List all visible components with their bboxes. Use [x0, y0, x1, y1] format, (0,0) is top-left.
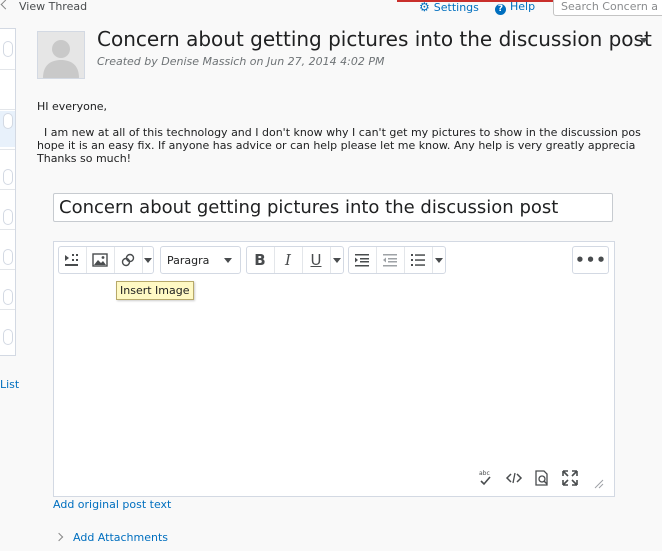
- code-icon: [505, 472, 523, 484]
- thread-row-indicator: [3, 209, 13, 225]
- insert-link-button[interactable]: [115, 247, 141, 273]
- add-attachments-link[interactable]: Add Attachments: [73, 531, 168, 544]
- text-style-more-dropdown[interactable]: [330, 247, 343, 273]
- html-editor[interactable]: Paragra B I U ••• abc: [53, 241, 615, 497]
- view-thread-label: View Thread: [19, 0, 88, 13]
- thread-row-indicator: [3, 329, 13, 345]
- insert-more-dropdown[interactable]: [142, 247, 154, 273]
- chevron-down-icon: [332, 257, 341, 263]
- post-byline: Created by Denise Massich on Jun 27, 201…: [97, 55, 385, 68]
- format-dropdown[interactable]: Paragra: [160, 246, 241, 274]
- indent-button[interactable]: [349, 247, 375, 273]
- thread-list-panel: [0, 28, 16, 356]
- text-style-toolbar-group: B I U: [246, 246, 344, 274]
- chevron-down-icon: [434, 257, 443, 263]
- subject-input[interactable]: Concern about getting pictures into the …: [53, 193, 613, 222]
- insert-image-tooltip: Insert Image: [116, 281, 194, 300]
- avatar: [37, 31, 85, 79]
- resize-handle[interactable]: [592, 474, 604, 489]
- thread-row-indicator: [3, 289, 13, 305]
- format-dropdown-label: Paragra: [167, 254, 210, 267]
- preview-button[interactable]: [532, 468, 552, 488]
- chevron-left-icon[interactable]: [0, 0, 11, 10]
- preview-icon: [535, 470, 548, 486]
- image-icon: [92, 253, 108, 267]
- thread-row[interactable]: [0, 69, 15, 110]
- list-link[interactable]: List: [0, 378, 19, 391]
- settings-link[interactable]: ⚙ Settings: [419, 0, 479, 14]
- bold-icon[interactable]: B: [247, 247, 273, 273]
- gear-icon: ⚙: [419, 0, 430, 14]
- search-input[interactable]: Search Concern a: [553, 0, 662, 16]
- resize-grip-icon: [594, 479, 604, 489]
- add-original-post-text-link[interactable]: Add original post text: [53, 498, 171, 511]
- help-icon: ?: [495, 4, 506, 15]
- top-bar: View Thread ⚙ Settings ? Help Search Conce…: [0, 0, 662, 16]
- insert-stuff-icon: [65, 254, 78, 266]
- thread-row[interactable]: [0, 109, 15, 150]
- spellcheck-icon: abc: [479, 470, 491, 486]
- bullet-list-button[interactable]: [405, 247, 431, 273]
- chevron-right-icon[interactable]: [54, 532, 64, 542]
- list-toolbar-group: [348, 246, 446, 274]
- link-icon: [121, 253, 135, 267]
- italic-icon[interactable]: I: [275, 247, 301, 273]
- thread-row[interactable]: [0, 269, 15, 310]
- bullet-list-icon: [411, 254, 425, 266]
- thread-row[interactable]: [0, 309, 15, 349]
- insert-toolbar-group: [58, 246, 154, 274]
- outdent-button[interactable]: [377, 247, 403, 273]
- ellipsis-icon: •••: [575, 251, 607, 269]
- help-label: Help: [510, 0, 536, 13]
- fullscreen-button[interactable]: [560, 468, 580, 488]
- chevron-down-icon[interactable]: [640, 38, 648, 43]
- thread-row-indicator: [3, 113, 13, 129]
- spellcheck-button[interactable]: abc: [476, 468, 496, 488]
- more-actions-button[interactable]: •••: [572, 246, 609, 274]
- insert-image-button[interactable]: [87, 247, 113, 273]
- outdent-icon: [383, 254, 397, 267]
- underline-icon[interactable]: U: [303, 247, 329, 273]
- list-more-dropdown[interactable]: [432, 247, 445, 273]
- post-body: HI everyone, I am new at all of this tec…: [37, 100, 641, 165]
- thread-row[interactable]: [0, 149, 15, 190]
- fullscreen-icon: [562, 470, 578, 486]
- thread-row-indicator: [3, 41, 13, 57]
- chevron-down-icon: [144, 257, 152, 263]
- thread-row[interactable]: [0, 29, 15, 70]
- thread-row-indicator: [3, 249, 13, 265]
- chevron-down-icon: [224, 258, 232, 263]
- settings-label: Settings: [433, 1, 479, 14]
- post-title: Concern about getting pictures into the …: [97, 27, 652, 51]
- thread-row[interactable]: [0, 189, 15, 230]
- help-link[interactable]: ? Help: [495, 0, 535, 15]
- svg-text:abc: abc: [479, 470, 490, 477]
- thread-row[interactable]: [0, 229, 15, 270]
- user-placeholder-icon: [38, 32, 84, 78]
- thread-row-indicator: [3, 169, 13, 185]
- source-code-button[interactable]: [504, 468, 524, 488]
- indent-icon: [355, 254, 369, 267]
- insert-stuff-button[interactable]: [59, 247, 85, 273]
